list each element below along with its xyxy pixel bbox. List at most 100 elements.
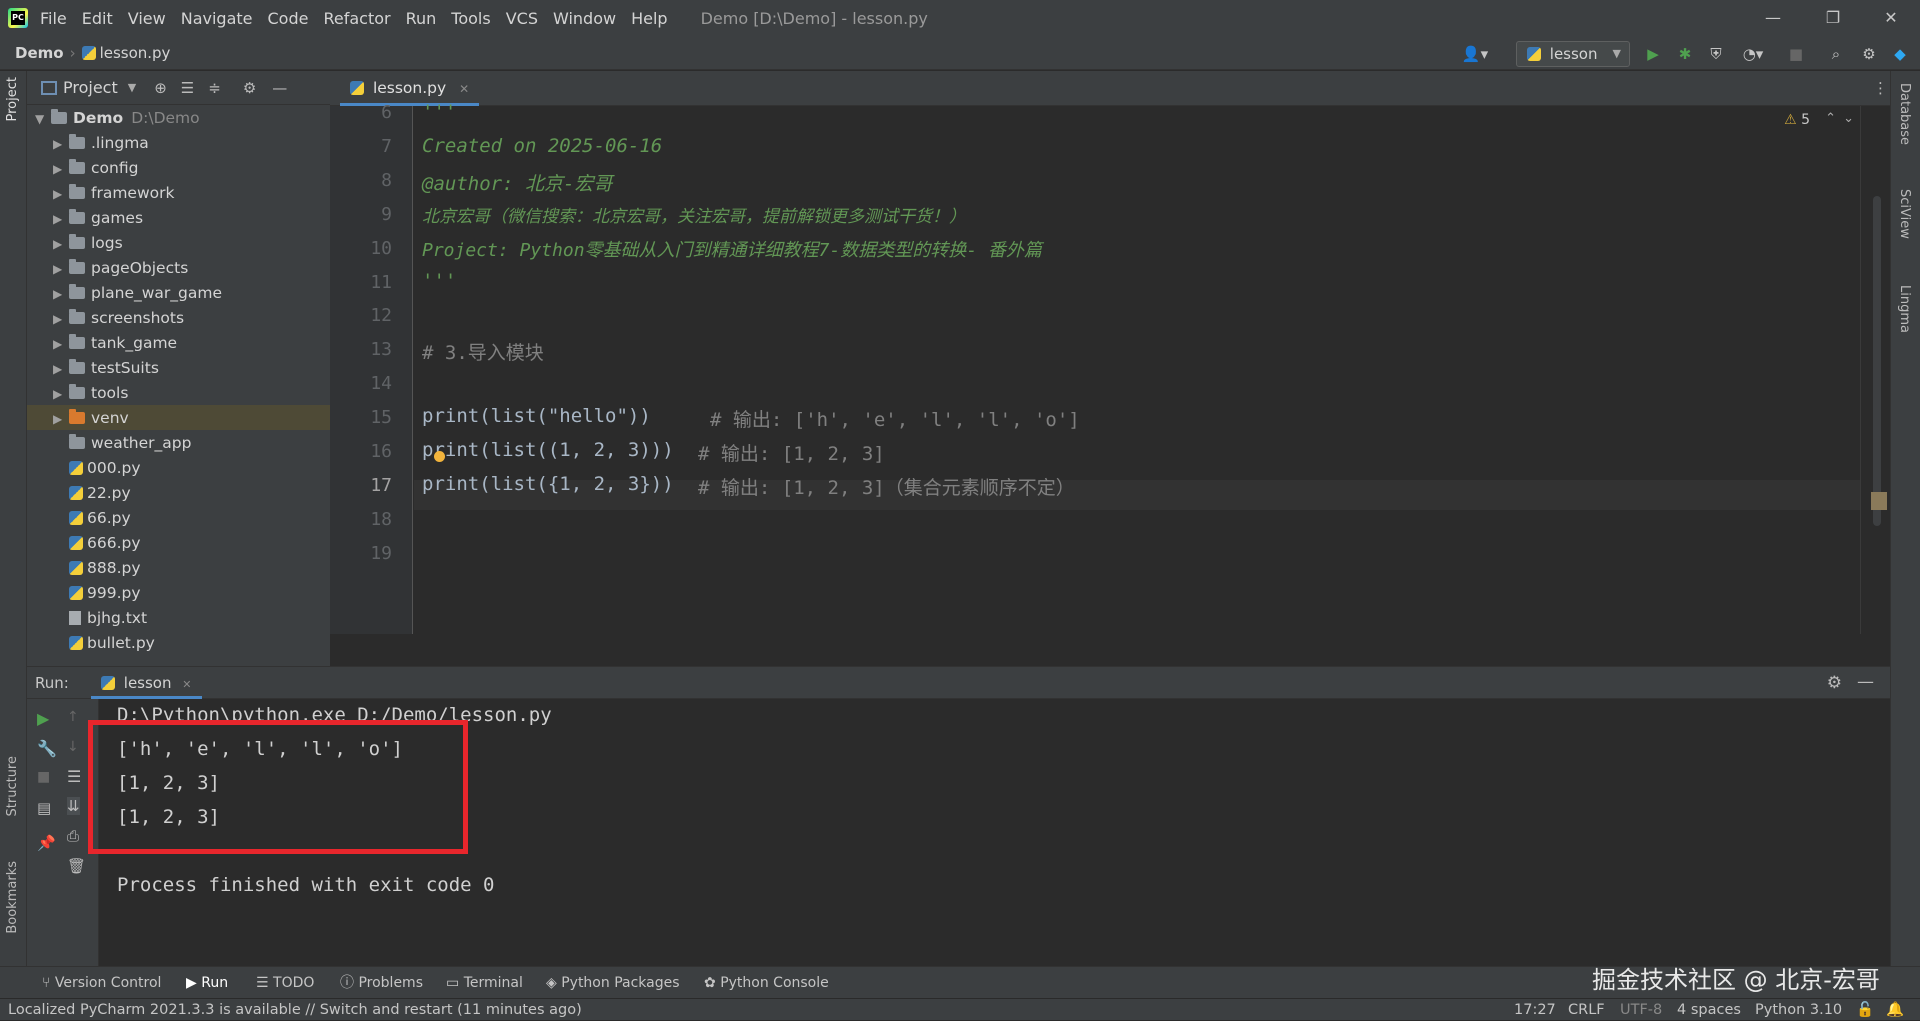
chevron-down-icon[interactable]: ▼ [128,81,136,94]
version-control-tab[interactable]: ⑂ Version Control [42,967,161,999]
jetbrains-toolbox-icon[interactable]: ◆ [1890,44,1910,64]
line-number-7[interactable]: 7 [330,136,392,157]
caret-position[interactable]: 17:27 [1514,999,1556,1021]
scroll-down-icon[interactable]: ↓ [67,739,79,755]
lock-icon[interactable]: 🔓 [1856,999,1874,1021]
tree-item-venv[interactable]: ▶ venv [53,406,129,431]
minimize-icon[interactable]: — [1744,0,1802,36]
menu-vcs[interactable]: VCS [506,9,538,28]
line-number-17[interactable]: 17 [330,475,392,496]
menu-navigate[interactable]: Navigate [181,9,253,28]
line-number-15[interactable]: 15 [330,407,392,428]
menu-edit[interactable]: Edit [82,9,113,28]
project-panel-title[interactable]: Project [63,78,118,97]
tree-item-weather-app[interactable]: weather_app [53,431,191,456]
line-number-18[interactable]: 18 [330,509,392,530]
notifications-icon[interactable]: 🔔 [1886,999,1904,1021]
search-icon[interactable]: ⌕ [1826,44,1846,64]
gear-icon[interactable]: ⚙ [243,79,256,97]
menu-file[interactable]: File [40,9,67,28]
bookmarks-tool-button[interactable]: Bookmarks [5,861,20,934]
code-editor[interactable]: ''' Created on 2025-06-16 @author: 北京-宏哥… [414,101,1860,634]
scroll-to-end-icon[interactable]: ⇊ [67,797,80,815]
file-encoding[interactable]: UTF-8 [1620,999,1662,1021]
line-number-12[interactable]: 12 [330,305,392,326]
line-number-11[interactable]: 11 [330,272,392,293]
more-options-icon[interactable]: ⋮ [1873,79,1888,97]
tree-item-testSuits[interactable]: ▶ testSuits [53,356,159,381]
warning-count-indicator[interactable]: ⚠ 5 [1784,112,1810,128]
menu-window[interactable]: Window [553,9,616,28]
tree-item-config[interactable]: ▶ config [53,156,138,181]
run-configuration-selector[interactable]: lesson ▼ [1516,41,1630,67]
project-tool-button[interactable]: Project [5,77,20,121]
menu-code[interactable]: Code [268,9,309,28]
python-interpreter[interactable]: Python 3.10 [1755,999,1842,1021]
line-number-13[interactable]: 13 [330,339,392,360]
menu-tools[interactable]: Tools [451,9,490,28]
run-icon[interactable]: ▶ [1643,44,1663,64]
hide-panel-icon[interactable]: — [272,79,287,97]
tree-item-tank-game[interactable]: ▶ tank_game [53,331,177,356]
tree-item-bullet-py[interactable]: bullet.py [53,631,155,656]
previous-highlight-icon[interactable]: ⌃ [1825,111,1836,126]
lingma-tool-button[interactable]: Lingma [1897,285,1912,333]
trash-icon[interactable]: 🗑 [67,857,86,875]
tree-root-demo[interactable]: ▼ Demo D:\Demo [35,106,200,131]
problems-tab[interactable]: ⓘ Problems [340,967,423,999]
collapse-all-icon[interactable]: ≑ [208,79,221,97]
tree-item-66-py[interactable]: 66.py [53,506,131,531]
layout-icon[interactable]: ▤ [37,799,51,817]
database-tool-button[interactable]: Database [1897,83,1912,145]
tree-item-games[interactable]: ▶ games [53,206,143,231]
structure-tool-button[interactable]: Structure [5,756,20,816]
expand-all-icon[interactable]: ☰ [181,79,194,97]
profile-icon[interactable]: ◔▾ [1736,44,1770,64]
line-number-19[interactable]: 19 [330,543,392,564]
editor-scrollbar[interactable] [1860,106,1890,634]
stop-icon[interactable]: ■ [1786,44,1806,64]
hide-panel-icon[interactable]: — [1857,672,1874,692]
menu-help[interactable]: Help [631,9,667,28]
debug-icon[interactable]: ✱ [1675,44,1695,64]
gear-icon[interactable]: ⚙ [1859,44,1879,64]
next-highlight-icon[interactable]: ⌄ [1843,111,1854,126]
tree-item-666-py[interactable]: 666.py [53,531,141,556]
restore-icon[interactable]: ❐ [1804,0,1862,36]
rerun-icon[interactable]: ▶ [37,709,49,728]
python-packages-tab[interactable]: ◈ Python Packages [546,967,680,999]
todo-tab[interactable]: ☰ TODO [256,967,314,999]
line-number-9[interactable]: 9 [330,204,392,225]
tab-lesson-py[interactable]: lesson.py ✕ [340,71,480,106]
terminal-tab[interactable]: ▭ Terminal [446,967,523,999]
line-number-14[interactable]: 14 [330,373,392,394]
user-icon[interactable]: 👤▾ [1460,44,1490,64]
close-tab-icon[interactable]: ✕ [182,678,191,691]
menu-refactor[interactable]: Refactor [323,9,390,28]
tree-item-tools[interactable]: ▶ tools [53,381,128,406]
locate-icon[interactable]: ⊕ [154,79,167,97]
menu-run[interactable]: Run [406,9,437,28]
line-number-8[interactable]: 8 [330,170,392,191]
tree-item-lingma[interactable]: ▶ .lingma [53,131,149,156]
close-tab-icon[interactable]: ✕ [459,82,469,96]
line-number-16[interactable]: 16 [330,441,392,462]
run-tool-tab[interactable]: ▶ Run [186,967,228,999]
line-number-10[interactable]: 10 [330,238,392,259]
run-tab-lesson[interactable]: lesson ✕ [91,667,202,699]
scroll-up-icon[interactable]: ↑ [67,709,79,725]
tree-item-000-py[interactable]: 000.py [53,456,141,481]
close-icon[interactable]: ✕ [1862,0,1920,36]
breadcrumb-project[interactable]: Demo [15,44,64,62]
menu-view[interactable]: View [128,9,166,28]
status-message[interactable]: Localized PyCharm 2021.3.3 is available … [8,999,582,1021]
tree-item-framework[interactable]: ▶ framework [53,181,174,206]
python-console-tab[interactable]: ✿ Python Console [704,967,829,999]
tree-item-22-py[interactable]: 22.py [53,481,131,506]
line-number-6[interactable]: 6 [330,102,392,123]
gear-icon[interactable]: ⚙ [1827,673,1842,693]
tree-item-888-py[interactable]: 888.py [53,556,141,581]
stop-icon[interactable]: ■ [37,769,50,785]
tree-item-screenshots[interactable]: ▶ screenshots [53,306,184,331]
tree-item-plane-war-game[interactable]: ▶ plane_war_game [53,281,222,306]
